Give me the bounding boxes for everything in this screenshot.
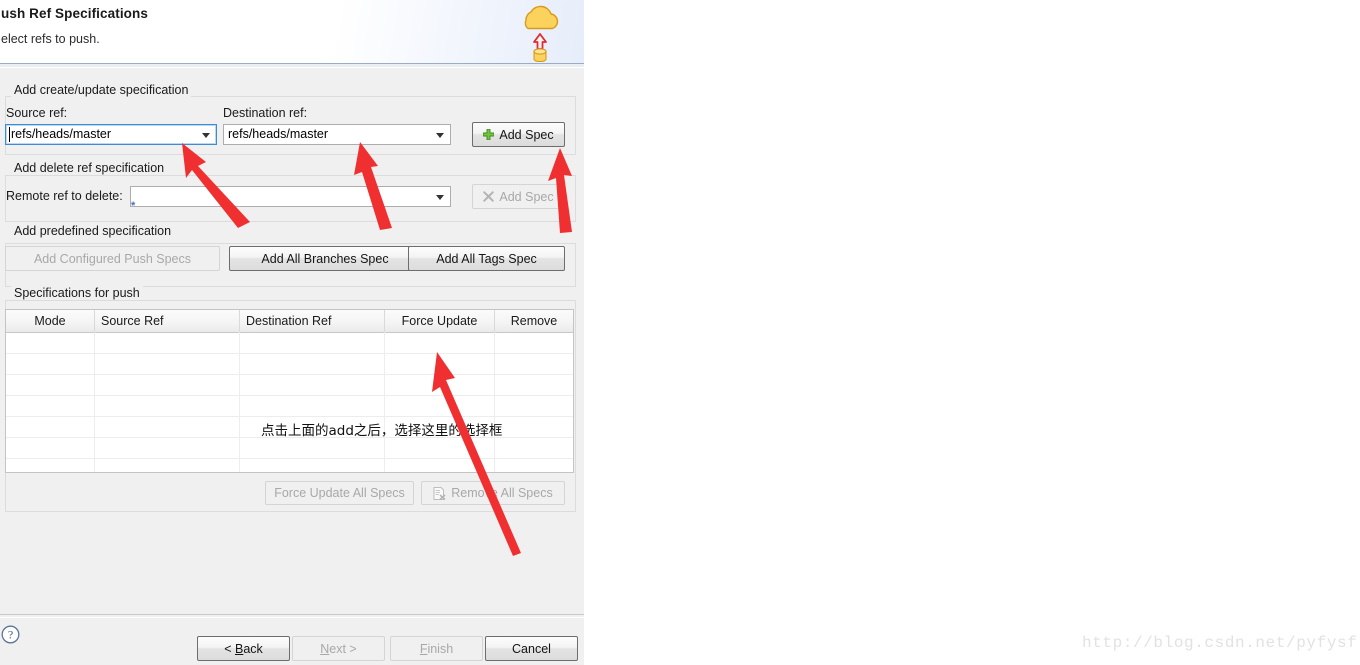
add-spec-delete-label: Add Spec [499,189,554,204]
green-plus-icon [482,128,495,141]
chevron-down-icon[interactable] [202,133,210,138]
page-subtitle: elect refs to push. [1,32,100,46]
create-update-group-title: Add create/update specification [11,83,192,97]
predefined-spec-group-title: Add predefined specification [11,224,175,238]
add-configured-push-specs-button: Add Configured Push Specs [5,246,220,271]
destination-ref-combo[interactable]: refs/heads/master [223,124,451,145]
add-configured-push-specs-label: Add Configured Push Specs [33,251,192,266]
cancel-button[interactable]: Cancel [485,636,578,661]
source-ref-combo[interactable]: refs/heads/master [5,124,217,145]
column-header-remove[interactable]: Remove [494,310,573,332]
remove-doc-icon [433,486,446,500]
push-ref-specifications-dialog: ush Ref Specifications elect refs to pus… [0,0,584,665]
back-button-label: < Back [224,641,263,656]
cancel-button-label: Cancel [512,641,551,656]
specs-for-push-group-title: Specifications for push [11,286,143,300]
banner-separator [0,63,584,68]
add-all-tags-spec-button[interactable]: Add All Tags Spec [408,246,565,271]
source-ref-label: Source ref: [6,106,68,120]
destination-ref-value: refs/heads/master [228,127,329,141]
finish-button: Finish [390,636,483,661]
remote-ref-label: Remote ref to delete: [6,189,123,203]
table-row[interactable] [6,374,573,375]
remove-all-specs-label: Remove All Specs [451,486,553,500]
help-question-icon[interactable]: ? [1,625,20,644]
next-button: Next > [292,636,385,661]
push-specs-table[interactable]: Mode Source Ref Destination Ref Force Up… [5,309,574,473]
wizard-banner: ush Ref Specifications elect refs to pus… [0,0,584,63]
column-header-destination-ref[interactable]: Destination Ref [239,310,384,332]
watermark: http://blog.csdn.net/pyfysf [1082,634,1358,652]
force-update-all-specs-label: Force Update All Specs [274,486,405,500]
source-ref-value: refs/heads/master [11,127,112,141]
table-row[interactable] [6,353,573,354]
screenshot-root: ush Ref Specifications elect refs to pus… [0,0,1360,665]
column-header-force-update[interactable]: Force Update [384,310,494,332]
finish-button-label: Finish [419,641,454,656]
chevron-down-icon[interactable] [436,133,444,138]
cloud-push-icon [515,0,565,63]
column-header-source-ref[interactable]: Source Ref [94,310,239,332]
table-row[interactable] [6,416,573,417]
add-spec-create-button[interactable]: Add Spec [472,122,565,147]
next-button-label: Next > [320,641,357,656]
add-all-branches-spec-label: Add All Branches Spec [261,251,389,266]
add-spec-create-label: Add Spec [499,127,554,142]
add-spec-delete-button: Add Spec [472,184,565,209]
grey-x-icon [483,191,495,202]
destination-ref-label: Destination ref: [223,106,308,120]
required-field-marker: * [131,200,136,212]
text-caret [9,127,10,142]
remove-all-specs-button: Remove All Specs [421,481,565,505]
table-row[interactable] [6,395,573,396]
add-all-branches-spec-button[interactable]: Add All Branches Spec [229,246,421,271]
page-title: ush Ref Specifications [1,6,148,21]
table-row[interactable] [6,458,573,459]
force-update-all-specs-button: Force Update All Specs [265,481,414,505]
column-header-mode[interactable]: Mode [6,310,94,332]
chevron-down-icon[interactable] [436,195,444,200]
add-all-tags-spec-label: Add All Tags Spec [436,251,537,266]
annotation-note: 点击上面的add之后，选择这里的选择框 [261,423,503,439]
remote-ref-to-delete-combo[interactable] [130,186,451,207]
table-header-row: Mode Source Ref Destination Ref Force Up… [6,310,573,333]
delete-ref-group-title: Add delete ref specification [11,161,168,175]
footer-separator [0,614,584,618]
back-button[interactable]: < Back [197,636,290,661]
svg-text:?: ? [8,628,13,642]
